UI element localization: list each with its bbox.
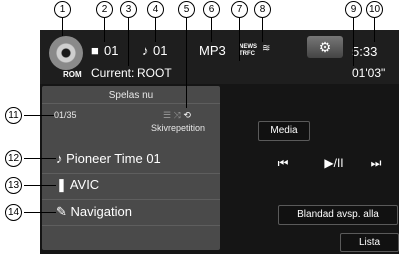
- list-icon: ☰: [163, 110, 172, 120]
- callout-line: [353, 16, 354, 66]
- play-pause-button[interactable]: ▶/II: [315, 156, 353, 170]
- callout-5: 5: [178, 1, 195, 18]
- news-label: NEWS: [239, 44, 257, 50]
- callout-12: 12: [5, 150, 22, 167]
- callout-line: [211, 16, 212, 42]
- callout-9: 9: [345, 1, 362, 18]
- artist-icon: ❚: [56, 177, 67, 192]
- callout-line: [24, 158, 56, 159]
- callout-line: [128, 16, 129, 66]
- callout-13: 13: [5, 177, 22, 194]
- repeat-icon[interactable]: ⟲: [183, 110, 191, 120]
- artist-name: AVIC: [69, 177, 100, 192]
- disc-label: ROM: [63, 70, 82, 79]
- callout-7: 7: [231, 1, 248, 18]
- panel-header: Spelas nu: [108, 90, 154, 101]
- shuffle-off-icon: ⤨: [173, 110, 181, 120]
- media-button[interactable]: Media: [258, 121, 310, 141]
- callout-line: [155, 16, 156, 42]
- callout-10: 10: [366, 1, 383, 18]
- album-row: ✎ Navigation: [56, 204, 132, 220]
- callout-11: 11: [5, 107, 22, 124]
- callout-8: 8: [254, 1, 271, 18]
- divider: [42, 103, 220, 104]
- callout-6: 6: [203, 1, 220, 18]
- callout-14: 14: [5, 204, 22, 221]
- previous-track-button[interactable]: ⏮: [265, 156, 301, 171]
- divider: [42, 225, 220, 226]
- traffic-icon: ≋: [262, 43, 271, 54]
- callout-4: 4: [147, 1, 164, 18]
- list-button[interactable]: Lista: [340, 233, 399, 252]
- current-folder-prefix: Current:: [91, 66, 135, 80]
- trfc-label: TRFC: [239, 51, 255, 57]
- track-number: 01: [153, 43, 168, 58]
- shuffle-all-button[interactable]: Blandad avsp. alla: [278, 205, 398, 225]
- folder-icon: ■: [91, 43, 99, 58]
- mode-icons: ☰ ⤨ ⟲: [163, 110, 191, 121]
- callout-line: [62, 16, 63, 36]
- music-note-icon: ♪: [56, 151, 63, 166]
- track-title-row: ♪ Pioneer Time 01: [56, 151, 161, 166]
- track-position: 01/35: [54, 110, 77, 120]
- callout-2: 2: [96, 1, 113, 18]
- divider: [42, 199, 220, 200]
- disc-icon[interactable]: [49, 36, 83, 70]
- divider: [42, 173, 220, 174]
- settings-button[interactable]: ⚙: [307, 36, 343, 58]
- artist-row: ❚ AVIC: [56, 177, 99, 193]
- callout-line: [262, 16, 263, 42]
- repeat-mode-label: Skivrepetition: [151, 123, 206, 133]
- gear-icon: ⚙: [318, 39, 332, 55]
- callout-3: 3: [120, 1, 137, 18]
- callout-line: [374, 16, 375, 42]
- callout-line: [24, 115, 54, 116]
- format-label: MP3: [199, 43, 226, 58]
- callout-line: [104, 16, 105, 42]
- track-title: Pioneer Time 01: [66, 151, 161, 166]
- current-folder-name: ROOT: [137, 66, 172, 80]
- elapsed-time: 01'03": [352, 66, 386, 80]
- album-icon: ✎: [56, 204, 67, 219]
- clock: 5:33: [352, 44, 378, 59]
- folder-number: 01: [104, 43, 119, 58]
- callout-line: [239, 16, 240, 61]
- album-name: Navigation: [70, 204, 132, 219]
- callout-1: 1: [54, 1, 71, 18]
- callout-line: [24, 185, 56, 186]
- next-track-button[interactable]: ⏭: [360, 156, 392, 171]
- news-trfc-indicator: NEWS TRFC: [239, 44, 257, 58]
- callout-line: [186, 16, 187, 108]
- music-note-icon: ♪: [142, 43, 149, 58]
- callout-line: [24, 212, 56, 213]
